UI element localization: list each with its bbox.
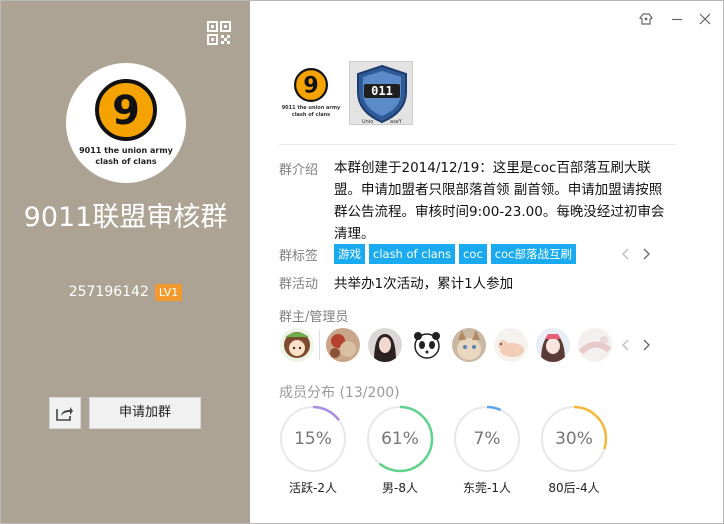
thumb2-text: 011 — [371, 84, 393, 98]
distribution-label: 成员分布 (13/200) — [279, 385, 400, 401]
thumb2-caption-left: Unio — [362, 119, 373, 125]
distribution-caption: 男-8人 — [382, 481, 418, 495]
group-id: 257196142 — [68, 284, 149, 300]
admin-avatar[interactable] — [494, 328, 528, 362]
admin-separator — [319, 330, 320, 360]
distribution-item[interactable]: 15% 活跃-2人 — [279, 405, 347, 496]
shield-photo-icon: 011 Unio aseY — [350, 62, 412, 125]
tag-item[interactable]: 游戏 — [334, 244, 365, 264]
distribution-item[interactable]: 30% 80后-4人 — [540, 405, 608, 496]
admin-avatar[interactable] — [326, 328, 360, 362]
owner-avatar[interactable] — [280, 328, 314, 362]
activity-label: 群活动 — [279, 277, 319, 292]
group-photo-2[interactable]: 011 Unio aseY — [349, 61, 413, 125]
skin-icon — [639, 13, 653, 25]
skin-button[interactable] — [638, 11, 654, 27]
distribution-item[interactable]: 61% 男-8人 — [366, 405, 434, 496]
thumb1-number: 9 — [303, 73, 318, 98]
chevron-left-icon — [622, 339, 629, 351]
distribution-caption: 活跃-2人 — [289, 481, 337, 495]
admins-next-button[interactable] — [641, 339, 651, 351]
group-photo-1[interactable]: 9 9011 the union army clash of clans — [279, 61, 343, 125]
group-profile-window: 9 9011 the union army clash of clans 901… — [0, 0, 724, 524]
admin-avatar[interactable] — [578, 328, 612, 362]
tags-prev-button[interactable] — [621, 248, 631, 260]
logo-photo-icon: 9 — [294, 67, 328, 102]
chevron-left-icon — [622, 248, 629, 260]
admin-avatar[interactable] — [536, 328, 570, 362]
admin-avatar[interactable] — [410, 328, 444, 362]
chevron-right-icon — [643, 248, 650, 260]
group-name: 9011联盟审核群 — [23, 202, 228, 233]
distribution-caption: 80后-4人 — [548, 481, 600, 495]
distribution-caption: 东莞-1人 — [463, 481, 511, 495]
distribution-percent: 30% — [555, 429, 593, 449]
tags-next-button[interactable] — [641, 248, 651, 260]
activity-text[interactable]: 共举办1次活动，累计1人参加 — [334, 272, 513, 292]
admin-list — [280, 328, 620, 362]
tag-item[interactable]: clash of clans — [369, 244, 456, 264]
logo-line1: 9011 the union army — [79, 146, 173, 155]
share-icon — [56, 407, 73, 421]
qr-code-icon[interactable] — [207, 21, 231, 45]
intro-label: 群介绍 — [279, 163, 319, 178]
admins-label: 群主/管理员 — [279, 310, 349, 325]
minimize-button[interactable] — [669, 11, 685, 27]
chevron-right-icon — [643, 339, 650, 351]
intro-text: 本群创建于2014/12/19：这里是coc百部落互刷大联盟。申请加盟者只限部落… — [334, 160, 665, 242]
share-button[interactable] — [49, 397, 81, 429]
group-summary-panel: 9 9011 the union army clash of clans 901… — [1, 1, 250, 523]
thumb2-caption-right: aseY — [390, 119, 403, 125]
distribution-percent: 7% — [473, 429, 501, 449]
logo-number: 9 — [112, 88, 140, 134]
distribution-percent: 61% — [381, 429, 419, 449]
close-icon — [699, 13, 711, 25]
tags-pager — [621, 248, 651, 260]
tag-item[interactable]: coc部落战互刷 — [490, 244, 576, 264]
group-logo-icon: 9 — [95, 79, 157, 141]
minimize-icon — [672, 18, 682, 21]
thumb1-line2: clash of clans — [291, 111, 331, 118]
group-id-row: 257196142 LV1 — [1, 282, 250, 302]
distribution-percent: 15% — [294, 429, 332, 449]
join-group-button[interactable]: 申请加群 — [89, 397, 201, 429]
admin-avatar[interactable] — [452, 328, 486, 362]
logo-line2: clash of clans — [95, 157, 157, 166]
admins-pager — [621, 339, 651, 351]
close-button[interactable] — [697, 11, 713, 27]
level-badge: LV1 — [154, 283, 183, 301]
group-photos: 9 9011 the union army clash of clans 011… — [279, 61, 413, 125]
tags-label: 群标签 — [279, 249, 319, 264]
distribution-item[interactable]: 7% 东莞-1人 — [453, 405, 521, 496]
distribution-list: 15% 活跃-2人 61% 男-8人 7% 东莞-1人 30% 80后-4人 — [279, 405, 608, 496]
admins-prev-button[interactable] — [621, 339, 631, 351]
section-divider — [279, 144, 675, 145]
tag-list: 游戏 clash of clans coc coc部落战互刷 — [334, 244, 576, 264]
group-avatar: 9 9011 the union army clash of clans — [66, 63, 186, 183]
admin-avatar[interactable] — [368, 328, 402, 362]
tag-item[interactable]: coc — [459, 244, 487, 264]
thumb1-line1: 9011 the union army — [281, 104, 341, 111]
